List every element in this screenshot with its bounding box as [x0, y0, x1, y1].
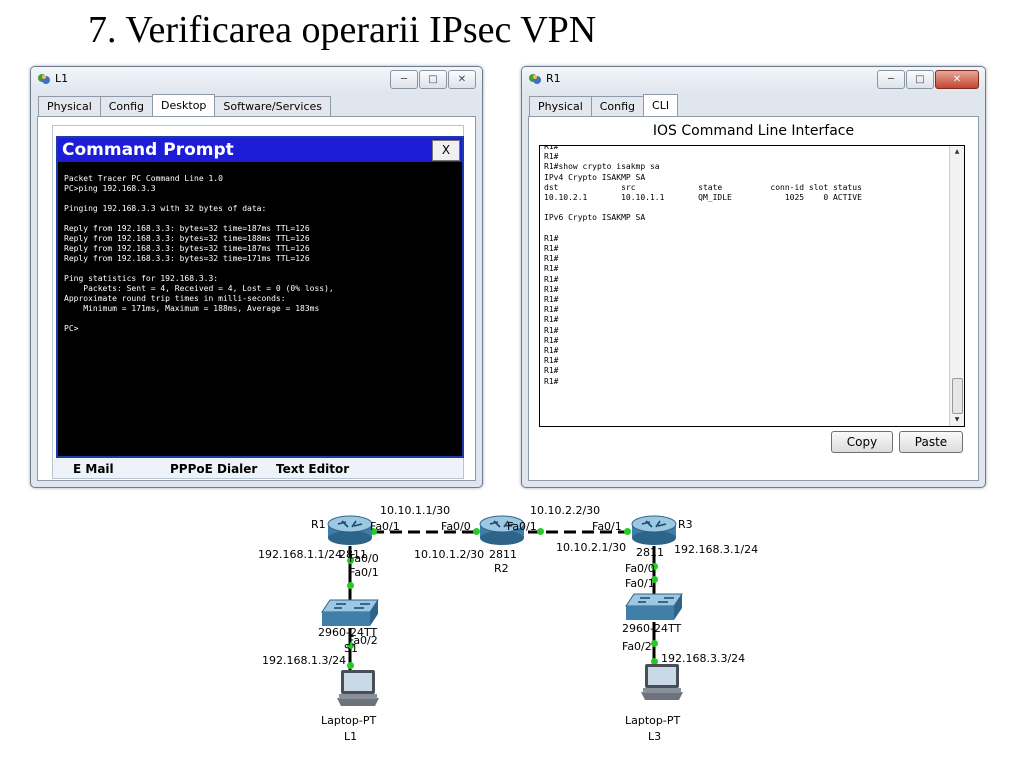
- command-prompt-titlebar[interactable]: Command Prompt X: [58, 138, 462, 162]
- r1-tabs: Physical Config CLI: [529, 94, 679, 116]
- r1-window-title: R1: [546, 72, 561, 85]
- r3-fa01-label: Fa0/1: [592, 520, 622, 533]
- l3-type-label: Laptop-PT: [625, 714, 681, 727]
- l1-tabs: Physical Config Desktop Software/Service…: [38, 94, 332, 116]
- close-icon: ✕: [952, 74, 962, 85]
- desktop-app-text-editor[interactable]: Text Editor: [276, 462, 349, 476]
- r1-fa01-label: Fa0/1: [370, 520, 400, 533]
- r3-wan-ip-label: 10.10.2.1/30: [556, 541, 627, 554]
- command-prompt-output[interactable]: Packet Tracer PC Command Line 1.0 PC>pin…: [64, 174, 456, 452]
- tab-software-services[interactable]: Software/Services: [214, 96, 332, 116]
- tab-config[interactable]: Config: [590, 96, 645, 116]
- close-button[interactable]: ✕: [448, 70, 476, 89]
- l1-window-title: L1: [55, 72, 69, 85]
- l1-type-label: Laptop-PT: [321, 714, 377, 727]
- maximize-button[interactable]: □: [419, 70, 447, 89]
- close-button[interactable]: ✕: [935, 70, 979, 89]
- laptop-icon[interactable]: [335, 668, 381, 708]
- l1-desktop-panel: E Mail PPPoE Dialer Text Editor Command …: [37, 116, 476, 481]
- tab-config[interactable]: Config: [99, 96, 154, 116]
- cli-output[interactable]: R1# R1# R1#show crypto isakmp sa IPv4 Cr…: [544, 146, 946, 387]
- cli-scrollbar[interactable]: ▲ ▼: [949, 146, 964, 426]
- r1-lan-ip-label: 192.168.1.1/24: [258, 548, 343, 561]
- slide-title: 7. Verificarea operarii IPsec VPN: [88, 9, 597, 51]
- l1-window: L1 ─ □ ✕ Physical Config Desktop Softwar…: [30, 66, 483, 488]
- maximize-icon: □: [915, 74, 925, 85]
- r2-name-label: R2: [494, 562, 509, 575]
- tab-physical[interactable]: Physical: [38, 96, 101, 116]
- l1-ip-label: 192.168.1.3/24: [262, 654, 347, 667]
- router-icon[interactable]: [630, 510, 678, 546]
- r3-model-label: 2811: [636, 546, 664, 559]
- desktop-app-email[interactable]: E Mail: [73, 462, 114, 476]
- l1-titlebar[interactable]: L1 ─ □ ✕: [31, 67, 482, 93]
- copy-button[interactable]: Copy: [831, 431, 893, 453]
- s1-fa01-label: Fa0/1: [349, 566, 379, 579]
- scroll-thumb[interactable]: [952, 378, 963, 414]
- s3-fa02-label: Fa0/2: [622, 640, 652, 653]
- link-status-dot: [651, 640, 658, 647]
- r1-fa00-label: Fa0/0: [349, 552, 379, 565]
- cli-console[interactable]: R1# R1# R1#show crypto isakmp sa IPv4 Cr…: [539, 145, 965, 427]
- laptop-icon[interactable]: [639, 662, 685, 702]
- minimize-button[interactable]: ─: [877, 70, 905, 89]
- maximize-button[interactable]: □: [906, 70, 934, 89]
- r2-wan-ip-right-label: 10.10.2.2/30: [530, 504, 601, 517]
- r2-fa00-label: Fa0/0: [441, 520, 471, 533]
- cli-panel-title: IOS Command Line Interface: [652, 123, 855, 139]
- r1-name-label: R1: [311, 518, 326, 531]
- r2-ip-left-label: 10.10.1.2/30: [414, 548, 485, 561]
- scroll-up-icon[interactable]: ▲: [950, 146, 964, 158]
- l3-ip-label: 192.168.3.3/24: [661, 652, 746, 665]
- switch-icon[interactable]: [320, 598, 380, 628]
- r2-model-label: 2811: [489, 548, 517, 561]
- packet-tracer-device-icon: [529, 74, 541, 84]
- scroll-down-icon[interactable]: ▼: [950, 414, 964, 426]
- r1-titlebar[interactable]: R1 ─ □ ✕: [522, 67, 985, 93]
- desktop-app-pppoe-dialer[interactable]: PPPoE Dialer: [170, 462, 257, 476]
- command-prompt-window[interactable]: Command Prompt X Packet Tracer PC Comman…: [56, 136, 464, 458]
- r1-wan-ip-label: 10.10.1.1/30: [380, 504, 451, 517]
- tab-physical[interactable]: Physical: [529, 96, 592, 116]
- paste-button[interactable]: Paste: [899, 431, 963, 453]
- close-icon: ✕: [457, 74, 467, 85]
- link-status-dot: [347, 582, 354, 589]
- r3-lan-ip-label: 192.168.3.1/24: [674, 543, 759, 556]
- s3-model-label: 2960-24TT: [622, 622, 682, 635]
- router-icon[interactable]: [326, 510, 374, 546]
- minimize-button[interactable]: ─: [390, 70, 418, 89]
- r3-name-label: R3: [678, 518, 693, 531]
- switch-icon[interactable]: [624, 592, 684, 622]
- command-prompt-close-button[interactable]: X: [432, 140, 460, 161]
- l1-name-label: L1: [344, 730, 358, 743]
- r3-fa00-label: Fa0/0: [625, 562, 655, 575]
- packet-tracer-device-icon: [38, 74, 50, 84]
- link-status-dot: [537, 528, 544, 535]
- minimize-icon: ─: [887, 74, 895, 85]
- l3-name-label: L3: [648, 730, 662, 743]
- r2-fa01-label: Fa0/1: [507, 520, 537, 533]
- s3-fa01-label: Fa0/1: [625, 577, 655, 590]
- maximize-icon: □: [428, 74, 438, 85]
- command-prompt-title: Command Prompt: [62, 140, 234, 160]
- minimize-icon: ─: [400, 74, 408, 85]
- r1-window: R1 ─ □ ✕ Physical Config CLI IOS Command…: [521, 66, 986, 488]
- tab-cli[interactable]: CLI: [643, 94, 679, 116]
- tab-desktop[interactable]: Desktop: [152, 94, 216, 116]
